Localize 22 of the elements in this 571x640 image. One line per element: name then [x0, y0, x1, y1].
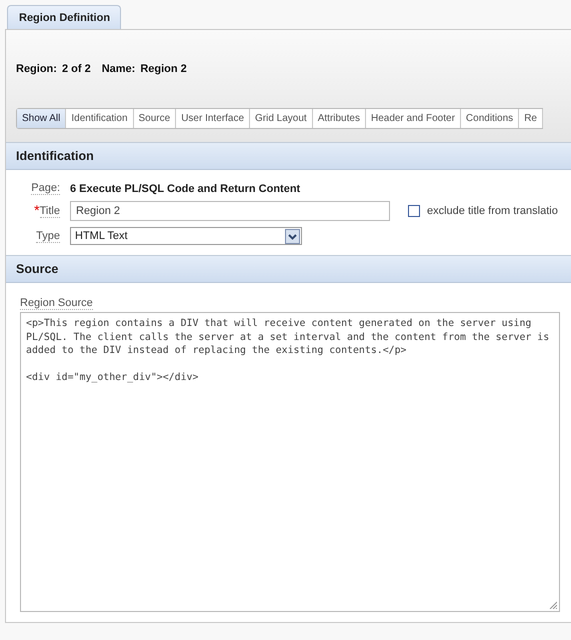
resize-grip-icon	[549, 601, 557, 609]
section-tab[interactable]: Source	[134, 109, 176, 128]
region-source-label: Region Source	[20, 297, 93, 310]
name-label: Name:	[102, 63, 136, 75]
region-label: Region:	[16, 63, 57, 75]
type-select[interactable]: HTML Text	[70, 227, 302, 245]
region-source-textarea[interactable]: <p>This region contains a DIV that will receive content generated on the server using PL/SQL. The client calls the server at a set interval and the content from the server is added to the DIV instead of replacing the existing contents.</p> <div id="my_other_div"></div>	[20, 312, 560, 612]
page-label: Page:	[31, 182, 60, 195]
name-value: Region 2	[140, 63, 187, 75]
region-definition-tab[interactable]: Region Definition	[7, 5, 122, 29]
required-mark: *	[34, 204, 40, 214]
type-label: Type	[36, 230, 60, 242]
section-tab[interactable]: Attributes	[312, 109, 366, 128]
title-input[interactable]: Region 2	[70, 201, 390, 221]
title-label: Title	[40, 204, 60, 218]
section-heading: Source	[6, 255, 571, 283]
page-value: 6 Execute PL/SQL Code and Return Content	[70, 182, 302, 194]
section-tab[interactable]: Show All	[17, 109, 66, 128]
exclude-checkbox[interactable]	[408, 205, 420, 217]
exclude-label: exclude title from translatio	[427, 205, 558, 217]
region-value: 2 of 2	[62, 63, 91, 75]
section-heading: Identification	[6, 142, 571, 170]
